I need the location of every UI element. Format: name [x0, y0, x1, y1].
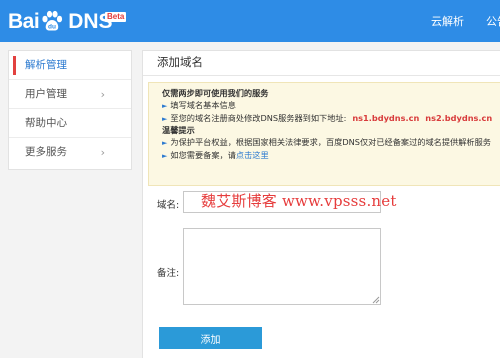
- nameserver-2: ns2.bdydns.cn: [425, 112, 493, 123]
- sidebar-item-label: 更多服务: [25, 146, 67, 158]
- beta-badge: Beta: [105, 12, 127, 22]
- notice-tip: ► 为保护平台权益，根据国家相关法律要求，百度DNS仅对已经备案过的域名提供解析服…: [162, 137, 491, 148]
- arrow-right-icon: ►: [162, 114, 168, 123]
- sidebar: 解析管理 用户管理 › 帮助中心 更多服务 ›: [8, 50, 132, 170]
- sidebar-item-user-management[interactable]: 用户管理 ›: [9, 80, 131, 109]
- note-label: 备注:: [157, 268, 180, 279]
- top-header: Bai du DNS Beta 云解析 公告: [0, 0, 500, 42]
- sidebar-item-more-services[interactable]: 更多服务 ›: [9, 138, 131, 167]
- domain-input[interactable]: [183, 191, 381, 213]
- chevron-right-icon: ›: [100, 146, 105, 159]
- sidebar-item-label: 用户管理: [25, 88, 67, 100]
- note-textarea[interactable]: [183, 228, 381, 305]
- notice-tip: ► 如您需要备案，请点击这里: [162, 149, 269, 160]
- arrow-right-icon: ►: [162, 139, 168, 148]
- nav-announcements[interactable]: 公告: [486, 13, 500, 29]
- main-panel: 添加域名 仅需两步即可使用我们的服务 ► 填写域名基本信息 ► 至您的域名注册商处修…: [142, 50, 500, 358]
- sidebar-item-label: 解析管理: [25, 59, 67, 71]
- baidu-dns-logo[interactable]: Bai du DNS: [8, 9, 113, 35]
- arrow-right-icon: ►: [162, 151, 168, 160]
- notice-heading: 仅需两步即可使用我们的服务: [162, 88, 269, 98]
- icp-filing-link[interactable]: 点击这里: [236, 150, 269, 160]
- page-title: 添加域名: [143, 51, 500, 76]
- sidebar-item-label: 帮助中心: [25, 117, 67, 129]
- chevron-right-icon: ›: [100, 88, 105, 101]
- notice-step: ► 至您的域名注册商处修改DNS服务器到如下地址: ns1.bdydns.cn ns2…: [162, 112, 493, 123]
- resize-grip-icon[interactable]: [371, 295, 380, 304]
- sidebar-item-dns-management[interactable]: 解析管理: [9, 51, 131, 80]
- nav-cloud-dns[interactable]: 云解析: [431, 13, 464, 29]
- domain-label: 域名:: [157, 200, 180, 211]
- sidebar-item-help-center[interactable]: 帮助中心: [9, 109, 131, 138]
- arrow-right-icon: ►: [162, 101, 168, 110]
- nameserver-1: ns1.bdydns.cn: [352, 112, 420, 123]
- add-domain-button[interactable]: 添加: [159, 327, 262, 349]
- notice-heading: 温馨提示: [162, 125, 195, 136]
- top-nav: 云解析 公告: [409, 0, 500, 42]
- svg-text:du: du: [48, 24, 56, 31]
- logo-text-bai: Bai: [8, 10, 40, 33]
- notice-box: 仅需两步即可使用我们的服务 ► 填写域名基本信息 ► 至您的域名注册商处修改DNS服…: [148, 82, 500, 186]
- paw-icon: du: [40, 10, 64, 32]
- notice-step: ► 填写域名基本信息: [162, 99, 236, 110]
